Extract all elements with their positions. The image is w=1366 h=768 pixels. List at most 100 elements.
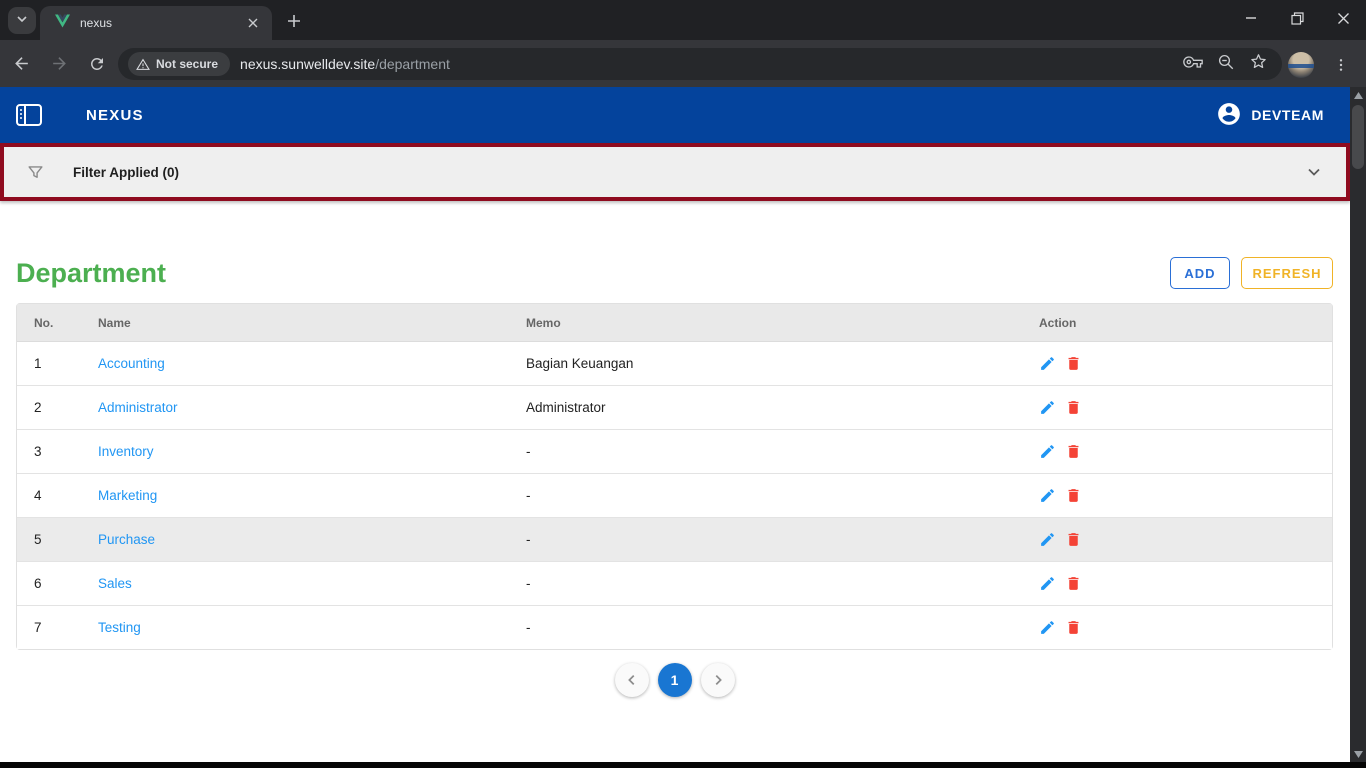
delete-trash-icon[interactable] [1065,619,1082,636]
filter-panel[interactable]: Filter Applied (0) [0,143,1350,201]
window-controls [1228,0,1366,40]
row-memo: - [509,562,1022,606]
sidebar-toggle-icon[interactable] [12,98,46,132]
delete-trash-icon[interactable] [1065,575,1082,592]
menu-dots-icon[interactable] [1324,48,1358,82]
zoom-icon[interactable] [1217,53,1235,76]
row-name-link[interactable]: Purchase [98,532,155,547]
tab-close-icon[interactable] [244,14,262,32]
prev-page-button[interactable] [614,663,649,697]
row-name-link[interactable]: Testing [98,620,141,635]
table-row: 2 Administrator Administrator [17,386,1332,430]
table-row: 4 Marketing - [17,474,1332,518]
new-tab-button[interactable] [283,10,305,32]
row-memo: - [509,474,1022,518]
delete-trash-icon[interactable] [1065,355,1082,372]
address-bar[interactable]: Not secure nexus.sunwelldev.site/departm… [118,48,1282,80]
row-name-link[interactable]: Marketing [98,488,157,503]
profile-avatar[interactable] [1288,52,1314,78]
security-badge[interactable]: Not secure [128,52,231,76]
filter-funnel-icon [26,163,45,182]
page-scrollbar[interactable] [1350,87,1366,762]
filter-chevron-down-icon[interactable] [1306,164,1322,180]
col-header-no: No. [17,304,81,342]
row-name-link[interactable]: Inventory [98,444,154,459]
row-no: 1 [17,342,81,386]
row-no: 4 [17,474,81,518]
col-header-name: Name [81,304,509,342]
row-memo: Administrator [509,386,1022,430]
scrollbar-thumb[interactable] [1352,105,1364,169]
row-name-link[interactable]: Sales [98,576,132,591]
filter-label: Filter Applied (0) [73,164,180,180]
minimize-button[interactable] [1228,0,1274,36]
restore-button[interactable] [1274,0,1320,36]
tab-strip: nexus [0,0,1366,40]
delete-trash-icon[interactable] [1065,487,1082,504]
back-icon[interactable] [4,47,38,81]
row-name-link[interactable]: Accounting [98,356,165,371]
chevron-down-icon [16,12,28,30]
pagination: 1 [16,663,1333,697]
row-no: 6 [17,562,81,606]
page-title: Department [16,257,167,288]
tab-title: nexus [80,16,113,30]
department-table: No. Name Memo Action 1 Accounting Bagian… [16,303,1333,650]
bookmark-star-icon[interactable] [1249,52,1268,76]
row-no: 3 [17,430,81,474]
table-row: 5 Purchase - [17,518,1332,562]
delete-trash-icon[interactable] [1065,531,1082,548]
row-memo: Bagian Keuangan [509,342,1022,386]
refresh-button[interactable]: REFRESH [1241,257,1333,289]
page-1-button[interactable]: 1 [657,663,692,697]
table-row: 1 Accounting Bagian Keuangan [17,342,1332,386]
account-circle-icon [1216,101,1242,130]
edit-pencil-icon[interactable] [1039,443,1056,460]
edit-pencil-icon[interactable] [1039,531,1056,548]
edit-pencil-icon[interactable] [1039,355,1056,372]
row-memo: - [509,518,1022,562]
edit-pencil-icon[interactable] [1039,575,1056,592]
chevron-left-icon [627,675,634,685]
browser-tab[interactable]: nexus [40,6,272,40]
app-header: NEXUS DEVTEAM [0,87,1350,143]
scroll-up-icon[interactable] [1350,87,1366,103]
passwords-key-icon[interactable] [1183,52,1203,77]
main-content: Department ADD REFRESH No. Name Memo Act… [0,201,1350,697]
edit-pencil-icon[interactable] [1039,399,1056,416]
edit-pencil-icon[interactable] [1039,619,1056,636]
url-text: nexus.sunwelldev.site/department [240,56,450,72]
browser-toolbar: Not secure nexus.sunwelldev.site/departm… [0,40,1366,87]
vue-favicon-icon [55,14,70,33]
row-no: 7 [17,606,81,649]
row-memo: - [509,430,1022,474]
user-name: DEVTEAM [1251,107,1324,123]
page-content: NEXUS DEVTEAM Filter Applied (0) Departm… [0,87,1350,762]
delete-trash-icon[interactable] [1065,399,1082,416]
row-memo: - [509,606,1022,649]
table-row: 3 Inventory - [17,430,1332,474]
scroll-down-icon[interactable] [1350,746,1366,762]
table-body: 1 Accounting Bagian Keuangan 2 Administr… [17,342,1332,649]
table-row: 6 Sales - [17,562,1332,606]
edit-pencil-icon[interactable] [1039,487,1056,504]
close-button[interactable] [1320,0,1366,36]
delete-trash-icon[interactable] [1065,443,1082,460]
forward-icon[interactable] [42,47,76,81]
chevron-right-icon [715,675,722,685]
reload-icon[interactable] [80,47,114,81]
warning-icon [136,58,150,70]
add-button[interactable]: ADD [1170,257,1230,289]
next-page-button[interactable] [700,663,735,697]
row-no: 2 [17,386,81,430]
app-title: NEXUS [86,106,144,124]
table-row: 7 Testing - [17,606,1332,649]
tab-search-button[interactable] [8,7,36,34]
col-header-action: Action [1022,304,1332,342]
row-name-link[interactable]: Administrator [98,400,178,415]
row-no: 5 [17,518,81,562]
col-header-memo: Memo [509,304,1022,342]
window-bottom-edge [0,762,1366,768]
user-menu[interactable]: DEVTEAM [1216,101,1324,130]
browser-window: nexus Not secure nexus.sunwelldev.site/d… [0,0,1366,768]
